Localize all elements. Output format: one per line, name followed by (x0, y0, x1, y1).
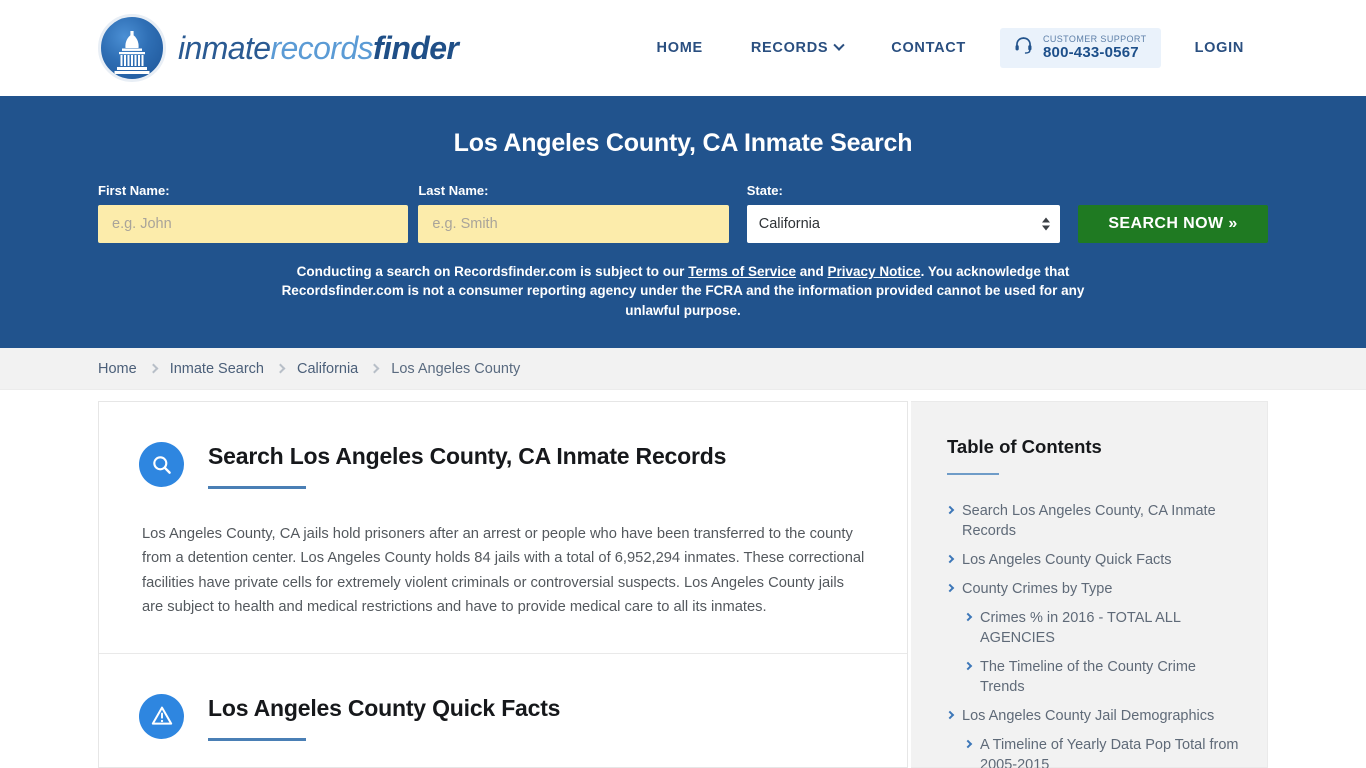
nav-item-home[interactable]: HOME (633, 30, 727, 66)
chevron-right-icon (945, 583, 955, 593)
chevron-right-icon (963, 739, 973, 749)
customer-support-box[interactable]: CUSTOMER SUPPORT 800-433-0567 (999, 28, 1161, 68)
search-disclaimer: Conducting a search on Recordsfinder.com… (98, 262, 1268, 320)
breadcrumb-item-los-angeles-county: Los Angeles County (391, 360, 521, 377)
table-of-contents-sidebar: Table of Contents Search Los Angeles Cou… (911, 401, 1268, 768)
chevron-right-icon (945, 505, 955, 515)
section-search-inmate-records: Search Los Angeles County, CA Inmate Rec… (99, 402, 907, 653)
toc-item-label: A Timeline of Yearly Data Pop Total from… (980, 737, 1239, 768)
warning-icon (139, 693, 184, 739)
chevron-right-icon (963, 661, 973, 671)
first-name-input[interactable] (98, 205, 409, 243)
toc-item-county-crimes-by-type[interactable]: County Crimes by Type (945, 579, 1241, 599)
headset-icon (1014, 36, 1033, 60)
toc-item-quick-facts[interactable]: Los Angeles County Quick Facts (945, 550, 1241, 570)
toc-item-label: Los Angeles County Jail Demographics (962, 708, 1215, 724)
toc-item-timeline-crime-trends[interactable]: The Timeline of the County Crime Trends (947, 657, 1241, 697)
logo-text-inmate: inmate (178, 29, 271, 66)
nav-item-records[interactable]: RECORDS (727, 30, 867, 66)
page-title: Los Angeles County, CA Inmate Search (453, 129, 913, 157)
toc-item-search-inmate-records[interactable]: Search Los Angeles County, CA Inmate Rec… (945, 501, 1241, 541)
state-field-group: State: California (746, 183, 1060, 243)
breadcrumb-bar: Home Inmate Search California Los Angele… (0, 348, 1366, 390)
toc-item-label: The Timeline of the County Crime Trends (980, 659, 1196, 695)
chevron-down-icon (833, 39, 845, 51)
support-phone-number: 800-433-0567 (1042, 43, 1139, 61)
disclaimer-text-2: and (796, 264, 828, 279)
toc-list: Search Los Angeles County, CA Inmate Rec… (945, 501, 1241, 768)
nav-item-login[interactable]: LOGIN (1171, 30, 1268, 66)
page-body: Search Los Angeles County, CA Inmate Rec… (0, 390, 1366, 768)
logo-text-records: records (270, 29, 373, 66)
terms-of-service-link[interactable]: Terms of Service (688, 264, 796, 279)
breadcrumb-item-inmate-search[interactable]: Inmate Search (170, 361, 264, 377)
privacy-notice-link[interactable]: Privacy Notice (828, 264, 921, 279)
chevron-right-icon (275, 363, 286, 374)
toc-title: Table of Contents (947, 436, 1102, 457)
hero-search-panel: Los Angeles County, CA Inmate Search Fir… (0, 96, 1366, 348)
chevron-right-icon (963, 612, 973, 622)
breadcrumb: Home Inmate Search California Los Angele… (98, 361, 520, 377)
toc-item-crimes-pct-2016[interactable]: Crimes % in 2016 - TOTAL ALL AGENCIES (947, 608, 1241, 648)
nav-item-records-label: RECORDS (750, 40, 829, 56)
toc-item-label: Search Los Angeles County, CA Inmate Rec… (962, 503, 1216, 539)
toc-underline (947, 473, 999, 475)
section-body-text: Los Angeles County, CA jails hold prison… (142, 526, 865, 615)
search-icon (139, 442, 184, 487)
toc-item-label: Crimes % in 2016 - TOTAL ALL AGENCIES (980, 610, 1181, 646)
toc-item-timeline-pop-total[interactable]: A Timeline of Yearly Data Pop Total from… (947, 735, 1241, 768)
section-quick-facts: Los Angeles County Quick Facts (99, 652, 907, 768)
chevron-right-icon (369, 363, 380, 374)
toc-item-label: County Crimes by Type (962, 581, 1113, 597)
nav-item-contact[interactable]: CONTACT (867, 30, 990, 66)
breadcrumb-item-california[interactable]: California (297, 361, 358, 377)
main-content-card: Search Los Angeles County, CA Inmate Rec… (98, 401, 908, 768)
chevron-right-icon (945, 554, 955, 564)
last-name-field-group: Last Name: (418, 183, 729, 243)
first-name-label: First Name: (98, 183, 170, 198)
toc-item-label: Los Angeles County Quick Facts (962, 552, 1172, 568)
chevron-right-icon (945, 710, 955, 720)
state-select[interactable]: California (746, 205, 1060, 243)
section-underline (208, 738, 306, 742)
logo-wordmark: inmaterecordsfinder (178, 29, 459, 67)
logo-text-finder: finder (372, 29, 459, 66)
site-header: inmaterecordsfinder HOME RECORDS CONTACT… (0, 0, 1366, 96)
first-name-field-group: First Name: (98, 183, 409, 243)
state-label: State: (746, 183, 783, 198)
section-underline (208, 486, 306, 490)
toc-item-jail-demographics[interactable]: Los Angeles County Jail Demographics (945, 706, 1241, 726)
main-navigation: HOME RECORDS CONTACT CUSTOMER SUPPORT 80… (633, 0, 1268, 96)
disclaimer-text-1: Conducting a search on Recordsfinder.com… (296, 264, 689, 279)
capitol-building-icon (98, 14, 166, 82)
breadcrumb-item-home[interactable]: Home (98, 361, 137, 377)
site-logo[interactable]: inmaterecordsfinder (98, 14, 459, 82)
last-name-input[interactable] (418, 205, 729, 243)
inmate-search-form: First Name: Last Name: State: California… (98, 183, 1268, 243)
chevron-right-icon (148, 363, 159, 374)
search-now-button[interactable]: SEARCH NOW » (1078, 205, 1268, 243)
section-title: Search Los Angeles County, CA Inmate Rec… (208, 443, 727, 469)
last-name-label: Last Name: (418, 183, 489, 198)
section-title: Los Angeles County Quick Facts (208, 694, 561, 721)
